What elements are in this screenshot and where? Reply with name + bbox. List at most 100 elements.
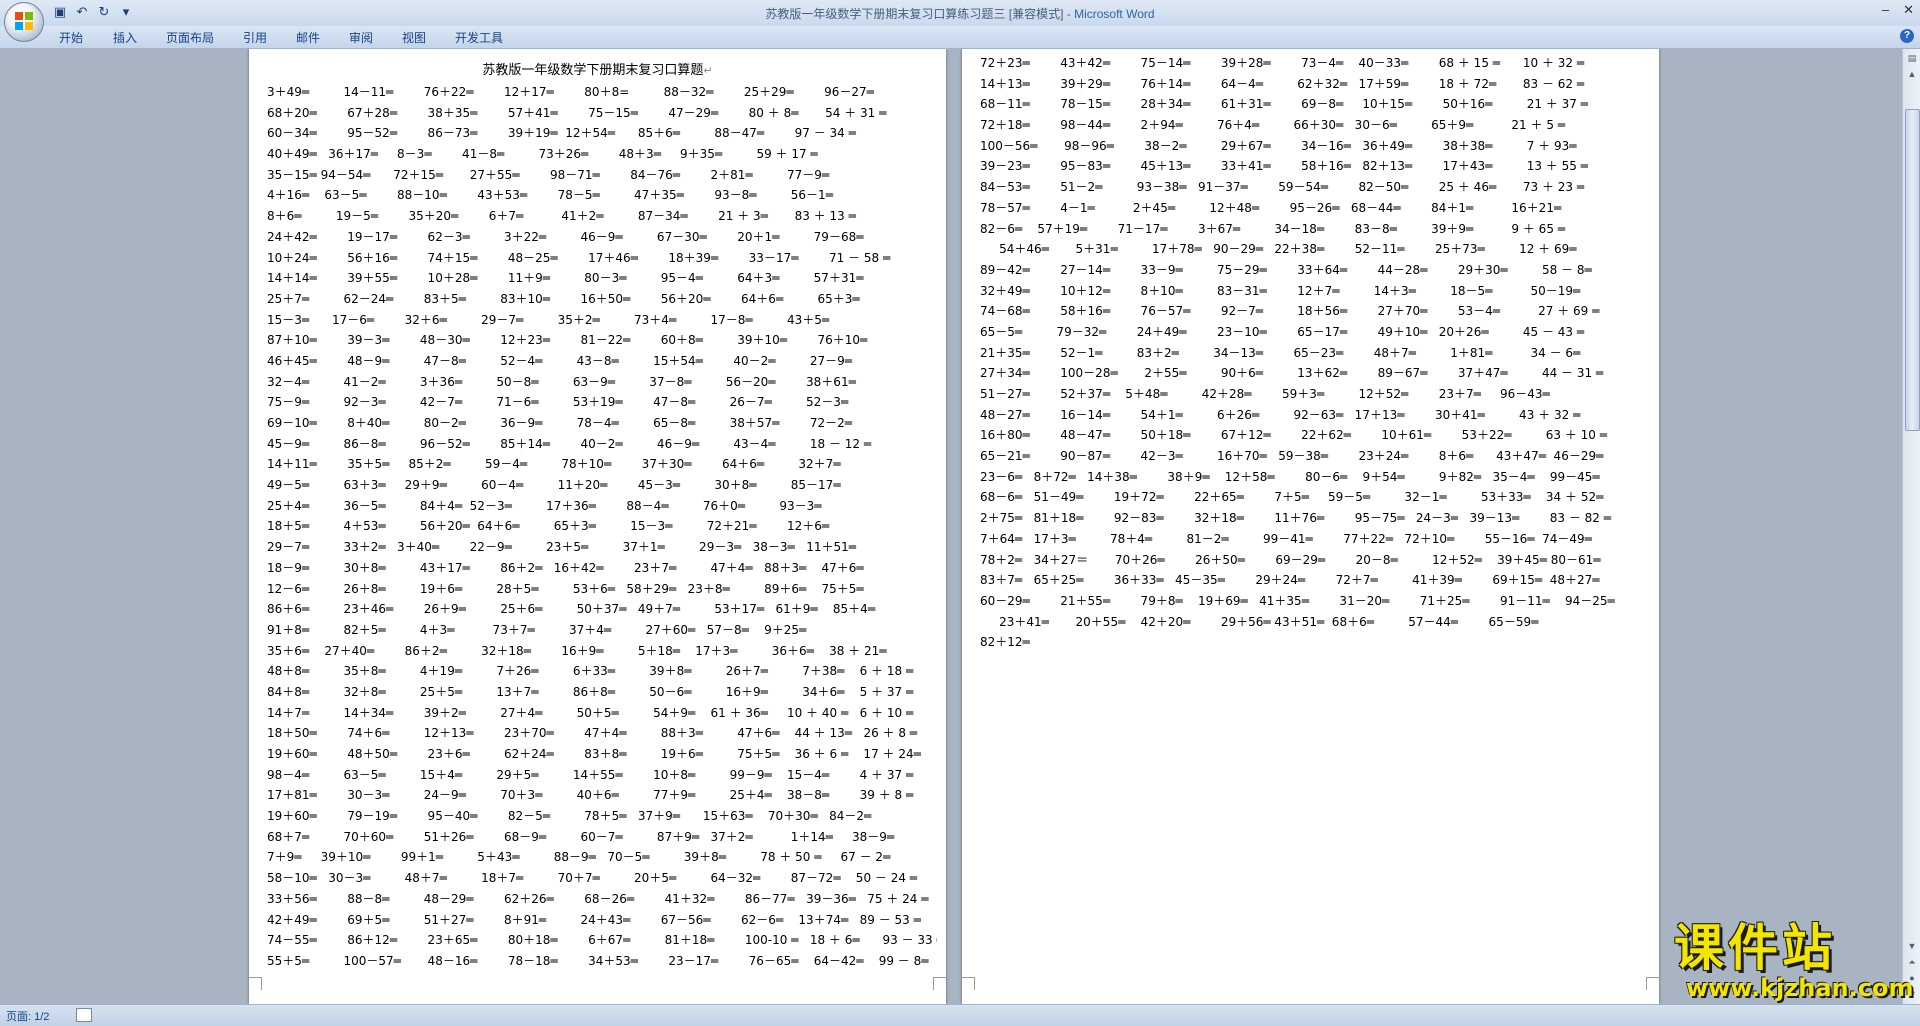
exercise-line: 19＋60═ 48＋50═ 23＋6═ 62＋24═ 83＋8═ 19＋6═ 7… — [267, 747, 921, 761]
exercise-line: 87＋10═ 39－3═ 48－30═ 12＋23═ 81－22═ 60＋8═ … — [267, 333, 868, 348]
exercise-line: 68－11═ 78－15═ 28＋34═ 61＋31═ 69－8═ 10＋15═… — [980, 97, 1588, 112]
exercise-line: 82＋12═ — [980, 635, 1030, 650]
scroll-thumb[interactable] — [1905, 109, 1920, 431]
exercise-line: 46＋45═ 48－9═ 47－8═ 52－4═ 43－8═ 15＋54═ 40… — [267, 353, 852, 368]
status-bar: 页面: 1/2 — [0, 1004, 1920, 1026]
exercise-line: 14＋7═ 14＋34═ 39＋2═ 27＋4═ 50＋5═ 54＋9═ 61 … — [267, 705, 914, 720]
exercise-line: 7＋9═ 39＋10═ 99＋1═ 5＋43═ 88－9═ 70－5═ 39＋8… — [267, 850, 891, 865]
exercise-line: 19＋60═ 79－19═ 95－40═ 82－5═ 78＋5═ 37＋9═ 1… — [267, 809, 872, 824]
exercise-line: 100－56═ 98－96═ 38－2═ 29＋67═ 34－16═ 36＋49… — [980, 138, 1577, 153]
exercise-line: 48－27═ 16－14═ 54＋1═ 6＋26═ 92－63═ 17＋13═ … — [980, 407, 1581, 422]
margin-corner — [249, 977, 262, 990]
exercise-line: 68＋20═ 67＋28═ 38＋35═ 57＋41═ 75－15═ 47－29… — [267, 105, 887, 120]
margin-corner — [1646, 977, 1659, 990]
exercise-line: 78＋2═ 34＋27＝ 70＋26═ 26＋50═ 69－29═ 20－8═ … — [980, 552, 1601, 567]
exercise-line: 14＋13═ 39＋29═ 76＋14═ 64－4═ 62＋32═ 17＋59═… — [980, 76, 1585, 91]
exercise-line: 25＋7═ 62－24═ 83＋5═ 83＋10═ 16＋50═ 56＋20═ … — [267, 291, 860, 306]
paragraph-mark: ↵ — [703, 64, 713, 77]
document-page-1[interactable]: 苏教版一年级数学下册期末复习口算题↵ 3＋49═ 14－11═ 76＋22═ 1… — [249, 49, 946, 1004]
exercise-line: 39－23═ 95－83═ 45＋13═ 33＋41═ 58＋16═ 82＋13… — [980, 159, 1588, 174]
exercise-line: 68＋7═ 70＋60═ 51＋26═ 68－9═ 60－7═ 87＋9═ 37… — [267, 829, 895, 844]
exercise-line: 35－15═ 94－54═ 72＋15═ 27＋55═ 98－71═ 84－76… — [267, 167, 830, 182]
exercise-line: 7＋64═ 17＋3═ 78＋4═ 81－2═ 99－41═ 77＋22═ 72… — [980, 531, 1592, 546]
exercise-line: 23－6═ 8＋72═ 14＋38═ 38＋9═ 12＋58═ 80－6═ 9＋… — [980, 469, 1600, 484]
exercise-line: 14＋11═ 35＋5═ 85＋2═ 59－4═ 78＋10═ 37＋30═ 6… — [267, 457, 841, 472]
exercise-line: 72＋18═ 98－44═ 2＋94═ 76＋4═ 66＋30═ 30－6═ 6… — [980, 118, 1565, 133]
exercise-line: 10＋24═ 56＋16═ 74＋15═ 48－25═ 17＋46═ 18＋39… — [267, 250, 891, 265]
exercise-line: 21＋35═ 52－1═ 83＋2═ 34－13═ 65－23═ 48＋7═ 1… — [980, 345, 1581, 360]
ribbon-tabs: 开始 插入 页面布局 引用 邮件 审阅 视图 开发工具 ? — [0, 26, 1920, 49]
page-indicator[interactable]: 页面: 1/2 — [6, 1008, 49, 1024]
exercise-line: 65－21═ 90－87═ 42－3═ 16＋70═ 59－38═ 23＋24═… — [980, 449, 1604, 464]
page-1-text: 3＋49═ 14－11═ 76＋22═ 12＋17═ 80＋8= 88－32═ … — [267, 82, 937, 972]
exercise-line: 60－29═ 21＋55═ 79＋8═ 19＋69═ 41＋35═ 31－20═… — [980, 593, 1615, 608]
office-logo-icon — [15, 12, 33, 30]
exercise-line: 18＋5═ 4＋53═ 56＋20═ 64＋6═ 65＋3═ 15－3═ 72＋… — [267, 519, 830, 534]
close-button[interactable]: ✕ — [1903, 2, 1914, 18]
exercise-line: 16＋80═ 48－47═ 50＋18═ 67＋12═ 22＋62═ 10＋61… — [980, 428, 1607, 443]
tab-insert[interactable]: 插入 — [113, 29, 137, 46]
window-title: 苏教版一年级数学下册期末复习口算练习题三 [兼容模式] - Microsoft … — [0, 5, 1920, 22]
title-bar: ▣ ↶ ↻ ▾ 苏教版一年级数学下册期末复习口算练习题三 [兼容模式] - Mi… — [0, 0, 1920, 42]
tab-view[interactable]: 视图 — [402, 29, 426, 46]
tab-mailings[interactable]: 邮件 — [296, 29, 320, 46]
exercise-line: 8＋6═ 19－5═ 35＋20═ 6＋7═ 41＋2═ 87－34═ 21 ＋… — [267, 209, 856, 224]
exercise-line: 33＋56═ 88－8═ 48－29═ 62＋26═ 68－26═ 41＋32═… — [267, 891, 929, 906]
tab-references[interactable]: 引用 — [243, 29, 267, 46]
exercise-line: 74－68═ 58＋16═ 76－57═ 92－7═ 18＋56═ 27＋70═… — [980, 304, 1600, 319]
document-title-text: 苏教版一年级数学下册期末复习口算题 — [482, 63, 704, 78]
window-controls: – ✕ — [1882, 2, 1914, 18]
watermark-main: 课件站 — [1674, 919, 1836, 977]
exercise-line: 86＋6═ 23＋46═ 26＋9═ 25＋6═ 50＋37═ 49＋7═ 53… — [267, 602, 876, 617]
exercise-line: 32－4═ 41－2═ 3＋36═ 50－8═ 63－9═ 37－8═ 56－2… — [267, 374, 856, 389]
exercise-line: 65－5═ 79－32═ 24＋49═ 23－10═ 65－17═ 49＋10═… — [980, 324, 1585, 339]
margin-corner — [962, 977, 975, 990]
document-workspace: 苏教版一年级数学下册期末复习口算题↵ 3＋49═ 14－11═ 76＋22═ 1… — [0, 49, 1902, 1004]
exercise-line: 83＋7═ 65＋25═ 36＋33═ 45－35═ 29＋24═ 72＋7═ … — [980, 573, 1600, 588]
exercise-line: 72＋23═ 43＋42═ 75－14═ 39＋28═ 73－4═ 40－33═… — [980, 56, 1585, 70]
office-button[interactable] — [4, 2, 44, 42]
exercise-line: 58－10═ 30－3═ 48＋7═ 18＋7═ 70＋7═ 20＋5═ 64－… — [267, 871, 918, 886]
exercise-line: 82－6═ 57＋19═ 71－17═ 3＋67═ 34－18═ 83－8═ 3… — [980, 221, 1565, 236]
proofing-icon[interactable] — [76, 1008, 92, 1022]
minimize-button[interactable]: – — [1882, 2, 1889, 18]
exercise-line: 89－42═ 27－14═ 33－9═ 75－29═ 33＋64═ 44－28═… — [980, 262, 1592, 277]
tab-developer[interactable]: 开发工具 — [455, 29, 503, 46]
exercise-line: 12－6═ 26＋8═ 19＋6═ 28＋5═ 53＋6═ 58＋29═ 23＋… — [267, 581, 864, 596]
exercise-line: 40＋49═ 36＋17═ 8－3═ 41－8═ 73＋26═ 48＋3═ 9＋… — [267, 147, 818, 162]
exercise-line: 32＋49═ 10＋12═ 8＋10═ 83－31═ 12＋7═ 14＋3═ 1… — [980, 283, 1581, 298]
scroll-down-icon[interactable]: ▼ — [1905, 939, 1919, 953]
exercise-line: 48＋8═ 35＋8═ 4＋19═ 7＋26═ 6＋33═ 39＋8═ 26＋7… — [267, 664, 914, 679]
exercise-line: 54＋46═ 5＋31═ 17＋78═ 90－29═ 22＋38═ 52－11═… — [980, 242, 1577, 257]
exercise-line: 18＋50═ 74＋6═ 12＋13═ 23＋70═ 47＋4═ 88＋3═ 4… — [267, 726, 918, 741]
watermark-url: www.kjzhan.com — [1686, 974, 1914, 1002]
tab-review[interactable]: 审阅 — [349, 29, 373, 46]
exercise-line: 78－57═ 4－1═ 2＋45═ 12＋48═ 95－26═ 68－44═ 8… — [980, 200, 1562, 215]
exercise-line: 18－9═ 30＋8═ 43＋17═ 86＋2═ 16＋42═ 23＋7═ 47… — [267, 560, 864, 575]
exercise-line: 98－4═ 63－5═ 15＋4═ 29＋5═ 14＋55═ 10＋8═ 99－… — [267, 767, 914, 782]
tab-page-layout[interactable]: 页面布局 — [166, 29, 214, 46]
exercise-line: 55＋5═ 100－57═ 48－16═ 78－18═ 34＋53═ 23－17… — [267, 953, 929, 968]
tab-home[interactable]: 开始 — [59, 29, 83, 46]
previous-page-icon[interactable]: ⏶ — [1905, 955, 1919, 969]
page-2-text: 72＋23═ 43＋42═ 75－14═ 39＋28═ 73－4═ 40－33═… — [980, 53, 1650, 653]
help-icon[interactable]: ? — [1900, 29, 1914, 43]
scroll-up-icon[interactable]: ▲ — [1905, 67, 1919, 81]
exercise-line: 14＋14═ 39＋55═ 10＋28═ 11＋9═ 80－3═ 95－4═ 6… — [267, 271, 864, 286]
document-page-2[interactable]: 72＋23═ 43＋42═ 75－14═ 39＋28═ 73－4═ 40－33═… — [962, 49, 1659, 1004]
exercise-line: 45－9═ 86－8═ 96－52═ 85＋14═ 40－2═ 46－9═ 43… — [267, 436, 872, 451]
ruler-toggle-icon[interactable]: ▤ — [1905, 51, 1919, 65]
exercise-line: 84－53═ 51－2═ 93－38═ 91－37═ 59－54═ 82－50═… — [980, 180, 1585, 195]
exercise-line: 3＋49═ 14－11═ 76＋22═ 12＋17═ 80＋8= 88－32═ … — [267, 85, 874, 99]
exercise-line: 74－55═ 86＋12═ 23＋65═ 80＋18═ 6＋67═ 81＋18═… — [267, 933, 937, 948]
app-name: Microsoft Word — [1074, 7, 1155, 21]
vertical-scrollbar[interactable]: ▤ ▲ ▼ ⏶ ● ⏷ — [1902, 49, 1920, 1004]
exercise-line: 35＋6═ 27＋40═ 86＋2═ 32＋18═ 16＋9═ 5＋18═ 17… — [267, 643, 887, 658]
exercise-line: 84＋8═ 32＋8═ 25＋5═ 13＋7═ 86＋8═ 50－6═ 16＋9… — [267, 684, 914, 699]
exercise-line: 60－34═ 95－52═ 86－73═ 39＋19═ 12＋54═ 85＋6═… — [267, 126, 856, 141]
exercise-line: 4＋16═ 63－5═ 88－10═ 43＋53═ 78－5═ 47＋35═ 9… — [267, 188, 833, 203]
exercise-line: 17＋81═ 30－3═ 24－9═ 70＋3═ 40＋6═ 77＋9═ 25＋… — [267, 788, 914, 803]
exercise-line: 75－9═ 92－3═ 42－7═ 71－6═ 53＋19═ 47－8═ 26－… — [267, 395, 849, 410]
exercise-line: 2＋75═ 81＋18═ 92－83═ 32＋18═ 11＋76═ 95－75═… — [980, 511, 1611, 526]
document-title: 苏教版一年级数学下册期末复习口算题↵ — [249, 59, 946, 78]
